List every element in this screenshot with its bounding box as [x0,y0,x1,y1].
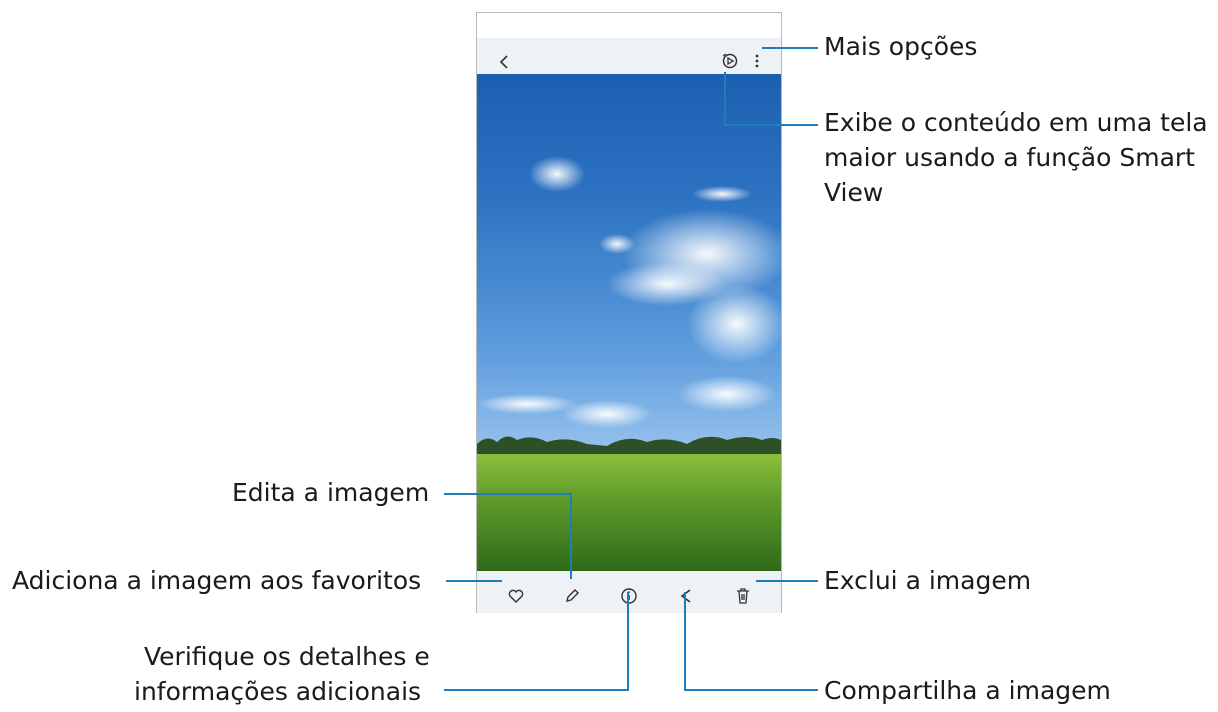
callout-line-edit-horizontal [444,493,572,495]
callout-line-share-horizontal [684,689,818,691]
bottom-toolbar [477,571,781,613]
callout-line-share-vertical [684,592,686,691]
callout-line-smart-view-horizontal [724,124,818,126]
more-options-icon[interactable] [747,48,767,74]
smart-view-icon[interactable] [717,48,743,74]
callout-smart-view-line1: Exibe o conteúdo em uma tela [824,108,1208,137]
callout-line-details-vertical [627,592,629,691]
callout-line-more-options [762,47,818,49]
trash-icon[interactable] [730,583,756,609]
callout-smart-view-line3: View [824,178,884,207]
callout-details-line2: informações adicionais [134,677,422,706]
heart-icon[interactable] [503,583,529,609]
callout-line-delete [756,580,818,582]
callout-line-smart-view-vertical [724,72,726,126]
callout-line-edit-vertical [570,493,572,579]
info-icon[interactable] [616,583,642,609]
callout-line-details-horizontal [444,689,629,691]
callout-line-favorite [446,580,502,582]
callout-share: Compartilha a imagem [824,676,1111,705]
callout-favorite: Adiciona a imagem aos favoritos [12,566,422,595]
share-icon[interactable] [673,583,699,609]
phone-screen [476,12,782,613]
callout-delete: Exclui a imagem [824,566,1032,595]
pencil-icon[interactable] [559,583,585,609]
callout-details-line1: Verifique os detalhes e [144,642,430,671]
photo-landscape [477,156,781,571]
callout-smart-view-line2: maior usando a função Smart [824,143,1195,172]
callout-more-options: Mais opções [824,32,978,61]
callout-edit: Edita a imagem [232,478,430,507]
photo-preview [477,74,781,571]
back-icon[interactable] [491,48,519,76]
